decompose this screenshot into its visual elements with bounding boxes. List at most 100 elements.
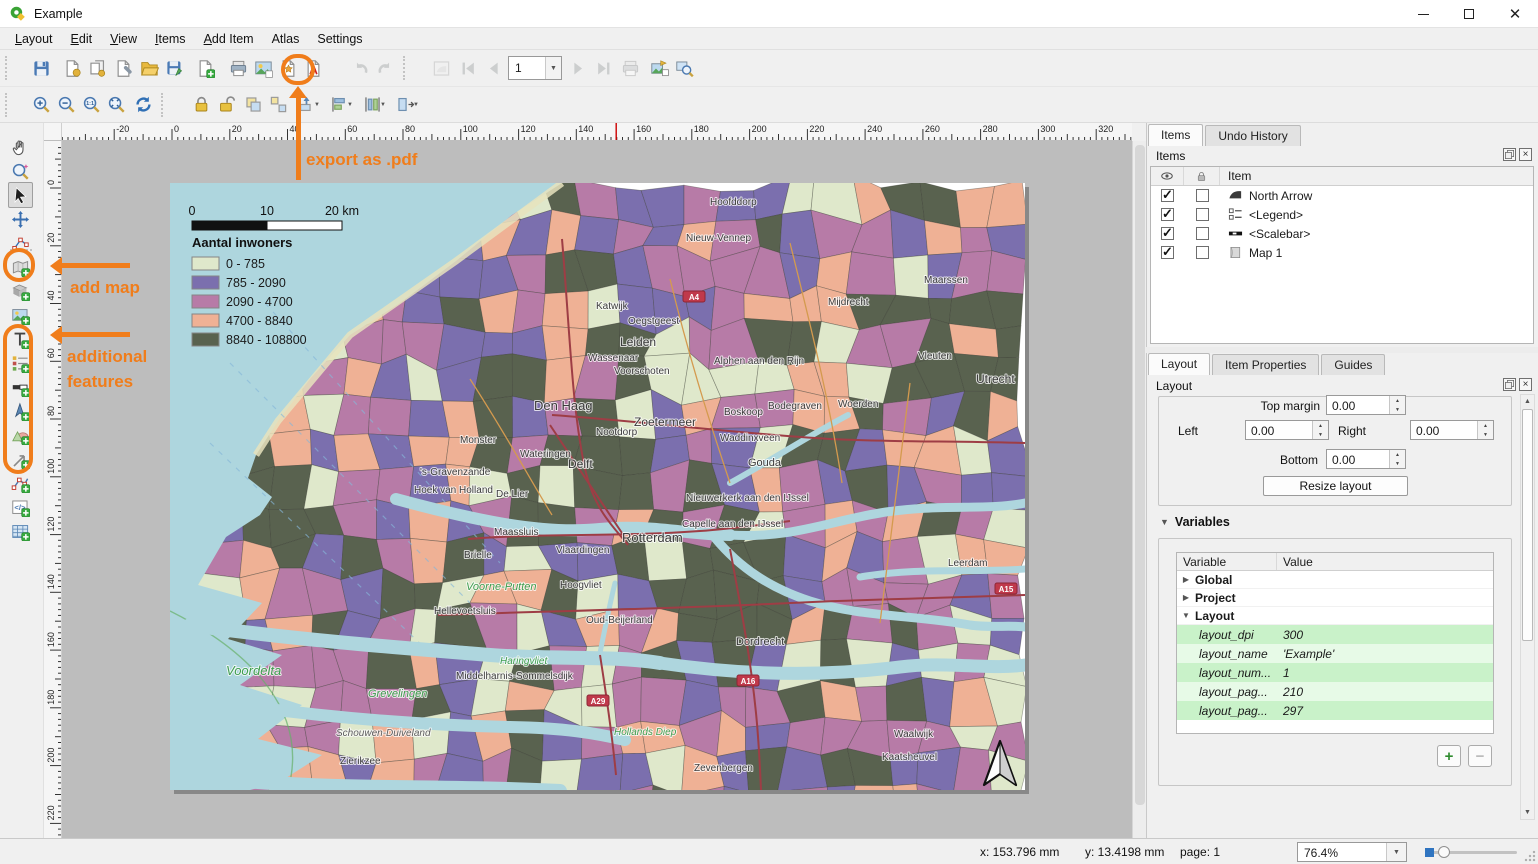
toolbar-handle[interactable] <box>161 93 168 117</box>
layout-manager-button[interactable] <box>111 55 136 81</box>
close-button[interactable]: ✕ <box>1492 0 1538 28</box>
spin-arrows[interactable]: ▲▼ <box>1389 450 1405 468</box>
unlock-items-button[interactable] <box>214 92 239 118</box>
chevron-down-icon[interactable]: ▼ <box>545 57 561 79</box>
zoom-actual-button[interactable]: 1:1 <box>79 92 104 118</box>
add-node-item-button[interactable] <box>8 470 33 496</box>
resize-layout-button[interactable]: Resize layout <box>1263 476 1408 496</box>
lock-column-header[interactable] <box>1184 167 1220 185</box>
atlas-page-value[interactable]: 1 <box>509 61 545 75</box>
visibility-column-header[interactable] <box>1151 167 1184 185</box>
collapse-arrow-icon[interactable]: ▼ <box>1177 611 1195 620</box>
spin-down-icon[interactable]: ▼ <box>1390 405 1405 414</box>
scroll-up-icon[interactable]: ▲ <box>1521 395 1534 408</box>
zoom-level-combo[interactable]: 76.4% ▼ <box>1297 842 1407 862</box>
tab-layout[interactable]: Layout <box>1148 353 1210 375</box>
float-panel-button[interactable] <box>1503 378 1516 391</box>
scrollbar-thumb[interactable] <box>1135 145 1145 805</box>
toolbar-handle[interactable] <box>5 56 12 80</box>
minimize-button[interactable] <box>1400 0 1446 28</box>
spin-arrows[interactable]: ▲▼ <box>1477 421 1493 439</box>
align-items-button[interactable]: ▼ <box>326 92 357 118</box>
float-panel-button[interactable] <box>1503 148 1516 161</box>
menu-settings[interactable]: Settings <box>308 30 371 48</box>
variable-row[interactable]: layout_name'Example' <box>1177 644 1493 663</box>
spin-up-icon[interactable]: ▲ <box>1390 396 1405 405</box>
menu-add-item[interactable]: Add Item <box>195 30 263 48</box>
item-column-header[interactable]: Item <box>1220 169 1533 183</box>
lock-checkbox[interactable] <box>1196 246 1209 259</box>
scrollbar-thumb[interactable] <box>1522 409 1533 641</box>
spin-arrows[interactable]: ▲▼ <box>1389 396 1405 414</box>
atlas-settings-button[interactable] <box>672 55 697 81</box>
tab-item-properties[interactable]: Item Properties <box>1212 354 1319 375</box>
lock-items-button[interactable] <box>189 92 214 118</box>
menu-items[interactable]: Items <box>146 30 195 48</box>
right-margin-spin[interactable]: 0.00 ▲▼ <box>1410 420 1494 440</box>
spin-up-icon[interactable]: ▲ <box>1478 421 1493 430</box>
right-margin-value[interactable]: 0.00 <box>1411 421 1477 439</box>
item-row[interactable]: North Arrow <box>1151 186 1533 205</box>
close-panel-button[interactable]: × <box>1519 378 1532 391</box>
bottom-margin-spin[interactable]: 0.00 ▲▼ <box>1326 449 1406 469</box>
zoom-level-value[interactable]: 76.4% <box>1298 843 1386 861</box>
spin-arrows[interactable]: ▲▼ <box>1312 421 1328 439</box>
variable-row[interactable]: layout_pag...297 <box>1177 701 1493 720</box>
scroll-down-icon[interactable]: ▼ <box>1521 806 1534 819</box>
lock-checkbox[interactable] <box>1196 208 1209 221</box>
zoom-out-button[interactable] <box>54 92 79 118</box>
lock-checkbox[interactable] <box>1196 189 1209 202</box>
variable-group-project[interactable]: ▶Project <box>1177 589 1493 607</box>
print-button[interactable] <box>226 55 251 81</box>
vertical-ruler[interactable]: 020406080100120140160180200220 <box>44 141 62 838</box>
map-item[interactable]: A4A15A16A29 HoofddorpNieuw-VennepMijdrec… <box>170 183 1025 790</box>
resize-grip[interactable] <box>1524 850 1536 862</box>
maximize-button[interactable] <box>1446 0 1492 28</box>
variables-section-header[interactable]: ▼ Variables <box>1160 515 1230 529</box>
menu-atlas[interactable]: Atlas <box>263 30 309 48</box>
item-row[interactable]: Map 1 <box>1151 243 1533 262</box>
select-move-item-button[interactable] <box>8 182 33 208</box>
distribute-items-button[interactable]: ▼ <box>359 92 390 118</box>
variable-row[interactable]: layout_pag...210 <box>1177 682 1493 701</box>
visibility-checkbox[interactable] <box>1161 189 1174 202</box>
add-html-button[interactable]: </> <box>8 494 33 520</box>
tab-items[interactable]: Items <box>1148 124 1203 146</box>
spin-down-icon[interactable]: ▼ <box>1390 459 1405 468</box>
variable-row[interactable]: layout_dpi300 <box>1177 625 1493 644</box>
refresh-button[interactable] <box>131 92 156 118</box>
variable-group-layout[interactable]: ▼Layout <box>1177 607 1493 625</box>
spin-down-icon[interactable]: ▼ <box>1313 430 1328 439</box>
top-margin-spin[interactable]: 0.00 ▲▼ <box>1326 395 1406 415</box>
zoom-button[interactable] <box>8 158 33 184</box>
value-column-header[interactable]: Value <box>1277 553 1493 570</box>
tab-guides[interactable]: Guides <box>1321 354 1385 375</box>
resize-items-button[interactable]: ▼ <box>392 92 423 118</box>
toolbar-handle[interactable] <box>5 93 12 117</box>
close-panel-button[interactable]: × <box>1519 148 1532 161</box>
open-template-button[interactable] <box>137 55 162 81</box>
menu-view[interactable]: View <box>101 30 146 48</box>
left-margin-value[interactable]: 0.00 <box>1246 421 1312 439</box>
atlas-page-combo[interactable]: 1▼ <box>508 56 562 80</box>
spin-down-icon[interactable]: ▼ <box>1478 430 1493 439</box>
move-item-content-button[interactable] <box>8 206 33 232</box>
horizontal-ruler[interactable]: -200204060801001201401601802002202402602… <box>62 123 1132 141</box>
save-button[interactable] <box>29 55 54 81</box>
variable-row[interactable]: layout_num...1 <box>1177 663 1493 682</box>
left-margin-spin[interactable]: 0.00 ▲▼ <box>1245 420 1329 440</box>
toolbar-handle[interactable] <box>403 56 410 80</box>
export-atlas-button[interactable] <box>647 55 672 81</box>
spin-up-icon[interactable]: ▲ <box>1390 450 1405 459</box>
layout-canvas[interactable]: A4A15A16A29 HoofddorpNieuw-VennepMijdrec… <box>62 141 1132 838</box>
remove-variable-button[interactable]: − <box>1468 745 1492 767</box>
duplicate-layout-button[interactable] <box>85 55 110 81</box>
group-items-button[interactable] <box>241 92 266 118</box>
visibility-checkbox[interactable] <box>1161 227 1174 240</box>
top-margin-value[interactable]: 0.00 <box>1327 396 1389 414</box>
save-as-template-button[interactable] <box>162 55 187 81</box>
spin-up-icon[interactable]: ▲ <box>1313 421 1328 430</box>
lock-checkbox[interactable] <box>1196 227 1209 240</box>
variable-column-header[interactable]: Variable <box>1177 553 1277 570</box>
zoom-slider[interactable] <box>1425 842 1520 862</box>
